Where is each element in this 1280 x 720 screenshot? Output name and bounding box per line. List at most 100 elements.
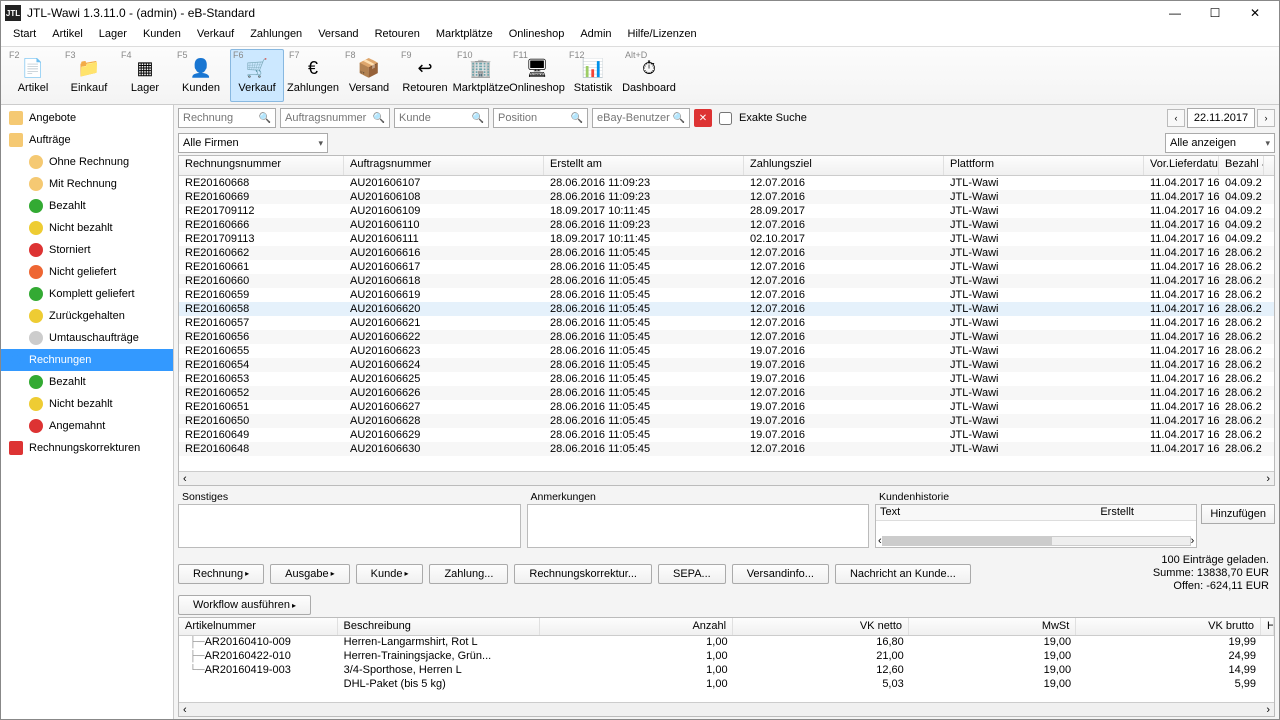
- col-header-auftragsnummer[interactable]: Auftragsnummer: [344, 156, 544, 175]
- hinzufugen-button[interactable]: Hinzufügen: [1201, 504, 1275, 524]
- menu-lager[interactable]: Lager: [91, 25, 135, 46]
- table-row[interactable]: RE20160659AU20160661928.06.2016 11:05:45…: [179, 288, 1274, 302]
- sidebar-item-mit-rechnung[interactable]: Mit Rechnung: [1, 173, 173, 195]
- col-header-rechnungsnummer[interactable]: Rechnungsnummer: [179, 156, 344, 175]
- action-rechnungskorrektur--button[interactable]: Rechnungskorrektur...: [514, 564, 652, 584]
- menu-versand[interactable]: Versand: [310, 25, 366, 46]
- table-row[interactable]: RE20160654AU20160662428.06.2016 11:05:45…: [179, 358, 1274, 372]
- clear-search-button[interactable]: ✕: [694, 109, 712, 127]
- table-row[interactable]: RE20160662AU20160661628.06.2016 11:05:45…: [179, 246, 1274, 260]
- sidebar-item-nicht-bezahlt[interactable]: Nicht bezahlt: [1, 217, 173, 239]
- menu-hilfe/lizenzen[interactable]: Hilfe/Lizenzen: [620, 25, 705, 46]
- sidebar-item-rechnungskorrekturen[interactable]: Rechnungskorrekturen: [1, 437, 173, 459]
- table-row[interactable]: RE20160655AU20160662328.06.2016 11:05:45…: [179, 344, 1274, 358]
- col-header-bezahl[interactable]: Bezahl ˄: [1219, 156, 1264, 175]
- tool-onlineshop[interactable]: F11🖥Onlineshop: [510, 49, 564, 102]
- li-header-anzahl[interactable]: Anzahl: [540, 618, 733, 635]
- sonstiges-textarea[interactable]: [178, 504, 521, 548]
- date-prev-button[interactable]: ‹: [1167, 109, 1185, 127]
- menu-start[interactable]: Start: [5, 25, 44, 46]
- menu-onlineshop[interactable]: Onlineshop: [501, 25, 573, 46]
- li-header-beschreibung[interactable]: Beschreibung: [338, 618, 540, 635]
- sidebar-item-aufträge[interactable]: Aufträge: [1, 129, 173, 151]
- tool-lager[interactable]: F4▦Lager: [118, 49, 172, 102]
- li-header-vk netto[interactable]: VK netto: [733, 618, 909, 635]
- search-rechnung[interactable]: 🔍: [178, 108, 276, 128]
- table-row[interactable]: RE20160649AU20160662928.06.2016 11:05:45…: [179, 428, 1274, 442]
- workflow-button[interactable]: Workflow ausführen▸: [178, 595, 311, 615]
- grid-hscroll[interactable]: ‹›: [179, 471, 1274, 485]
- tool-verkauf[interactable]: F6🛒Verkauf: [230, 49, 284, 102]
- sidebar-item-komplett-geliefert[interactable]: Komplett geliefert: [1, 283, 173, 305]
- menu-zahlungen[interactable]: Zahlungen: [242, 25, 310, 46]
- menu-verkauf[interactable]: Verkauf: [189, 25, 242, 46]
- minimize-button[interactable]: —: [1155, 1, 1195, 25]
- lineitem-row[interactable]: ├─AR20160410-009Herren-Langarmshirt, Rot…: [179, 636, 1274, 650]
- table-row[interactable]: RE20160651AU20160662728.06.2016 11:05:45…: [179, 400, 1274, 414]
- table-row[interactable]: RE201709113AU20160611118.09.2017 10:11:4…: [179, 232, 1274, 246]
- tool-marktplätze[interactable]: F10🏢Marktplätze: [454, 49, 508, 102]
- table-row[interactable]: RE20160661AU20160661728.06.2016 11:05:45…: [179, 260, 1274, 274]
- col-header-vor.lieferdatum[interactable]: Vor.Lieferdatum: [1144, 156, 1219, 175]
- table-row[interactable]: RE20160658AU20160662028.06.2016 11:05:45…: [179, 302, 1274, 316]
- search-position[interactable]: 🔍: [493, 108, 588, 128]
- table-row[interactable]: RE20160656AU20160662228.06.2016 11:05:45…: [179, 330, 1274, 344]
- sidebar-item-ohne-rechnung[interactable]: Ohne Rechnung: [1, 151, 173, 173]
- maximize-button[interactable]: ☐: [1195, 1, 1235, 25]
- sidebar-item-bezahlt[interactable]: Bezahlt: [1, 371, 173, 393]
- sidebar-item-nicht-bezahlt[interactable]: Nicht bezahlt: [1, 393, 173, 415]
- table-row[interactable]: RE201709112AU20160610918.09.2017 10:11:4…: [179, 204, 1274, 218]
- tool-versand[interactable]: F8📦Versand: [342, 49, 396, 102]
- sidebar-item-umtauschaufträge[interactable]: Umtauschaufträge: [1, 327, 173, 349]
- tool-einkauf[interactable]: F3📁Einkauf: [62, 49, 116, 102]
- anmerkungen-textarea[interactable]: [527, 504, 870, 548]
- sidebar-item-bezahlt[interactable]: Bezahlt: [1, 195, 173, 217]
- menu-admin[interactable]: Admin: [572, 25, 619, 46]
- tool-retouren[interactable]: F9↩Retouren: [398, 49, 452, 102]
- li-header-vk brutto[interactable]: VK brutto: [1076, 618, 1261, 635]
- menu-kunden[interactable]: Kunden: [135, 25, 189, 46]
- lineitem-body[interactable]: ├─AR20160410-009Herren-Langarmshirt, Rot…: [179, 636, 1274, 702]
- li-header-artikelnummer[interactable]: Artikelnummer: [179, 618, 338, 635]
- search-ebay[interactable]: 🔍: [592, 108, 690, 128]
- close-button[interactable]: ✕: [1235, 1, 1275, 25]
- sidebar-item-angemahnt[interactable]: Angemahnt: [1, 415, 173, 437]
- table-row[interactable]: RE20160668AU20160610728.06.2016 11:09:23…: [179, 176, 1274, 190]
- table-row[interactable]: RE20160657AU20160662128.06.2016 11:05:45…: [179, 316, 1274, 330]
- menu-artikel[interactable]: Artikel: [44, 25, 91, 46]
- table-row[interactable]: RE20160650AU20160662828.06.2016 11:05:45…: [179, 414, 1274, 428]
- action-kunde-button[interactable]: Kunde ▸: [356, 564, 424, 584]
- tool-dashboard[interactable]: Alt+D⏱Dashboard: [622, 49, 676, 102]
- lineitem-hscroll[interactable]: ‹›: [179, 702, 1274, 716]
- li-header-h[interactable]: H: [1261, 618, 1274, 635]
- sidebar-item-rechnungen[interactable]: Rechnungen: [1, 349, 173, 371]
- li-header-mwst[interactable]: MwSt: [909, 618, 1076, 635]
- col-header-erstellt am[interactable]: Erstellt am: [544, 156, 744, 175]
- col-header-zahlungsziel[interactable]: Zahlungsziel: [744, 156, 944, 175]
- tool-artikel[interactable]: F2📄Artikel: [6, 49, 60, 102]
- menu-retouren[interactable]: Retouren: [367, 25, 428, 46]
- action-ausgabe-button[interactable]: Ausgabe ▸: [270, 564, 349, 584]
- grid-body[interactable]: RE20160668AU20160610728.06.2016 11:09:23…: [179, 176, 1274, 471]
- col-header-plattform[interactable]: Plattform: [944, 156, 1144, 175]
- show-filter-dropdown[interactable]: Alle anzeigen: [1165, 133, 1275, 153]
- search-kunde[interactable]: 🔍: [394, 108, 489, 128]
- tool-kunden[interactable]: F5👤Kunden: [174, 49, 228, 102]
- search-auftragsnummer[interactable]: 🔍: [280, 108, 390, 128]
- historie-list[interactable]: TextErstellt ‹›: [875, 504, 1197, 548]
- menu-marktplätze[interactable]: Marktplätze: [428, 25, 501, 46]
- action-versandinfo--button[interactable]: Versandinfo...: [732, 564, 829, 584]
- table-row[interactable]: RE20160653AU20160662528.06.2016 11:05:45…: [179, 372, 1274, 386]
- firm-filter-dropdown[interactable]: Alle Firmen: [178, 133, 328, 153]
- sidebar-item-nicht-geliefert[interactable]: Nicht geliefert: [1, 261, 173, 283]
- table-row[interactable]: RE20160652AU20160662628.06.2016 11:05:45…: [179, 386, 1274, 400]
- lineitem-row[interactable]: DHL-Paket (bis 5 kg)1,005,0319,005,99: [179, 678, 1274, 692]
- sidebar-item-storniert[interactable]: Storniert: [1, 239, 173, 261]
- table-row[interactable]: RE20160648AU20160663028.06.2016 11:05:45…: [179, 442, 1274, 456]
- action-zahlung--button[interactable]: Zahlung...: [429, 564, 508, 584]
- tool-zahlungen[interactable]: F7€Zahlungen: [286, 49, 340, 102]
- sidebar-item-zurückgehalten[interactable]: Zurückgehalten: [1, 305, 173, 327]
- lineitem-row[interactable]: ├─AR20160422-010Herren-Trainingsjacke, G…: [179, 650, 1274, 664]
- table-row[interactable]: RE20160669AU20160610828.06.2016 11:09:23…: [179, 190, 1274, 204]
- sidebar-item-angebote[interactable]: Angebote: [1, 107, 173, 129]
